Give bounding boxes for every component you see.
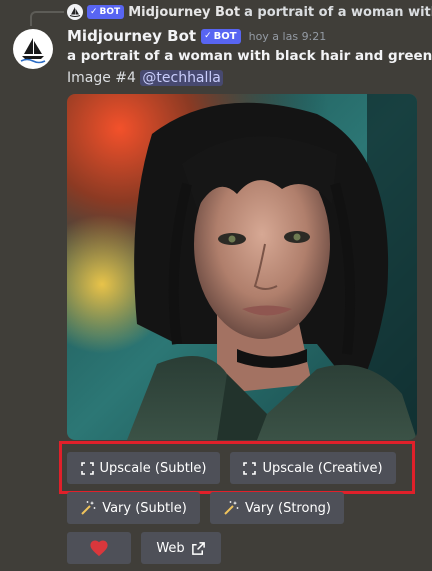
bot-tag: ✓ BOT (201, 28, 241, 44)
vary-subtle-button[interactable]: Vary (Subtle) (67, 492, 200, 524)
magic-wand-icon (80, 500, 96, 516)
portrait-image (67, 94, 417, 440)
magic-wand-icon (223, 500, 239, 516)
heart-icon (89, 539, 109, 557)
vary-strong-button[interactable]: Vary (Strong) (210, 492, 344, 524)
highlight-box (59, 441, 415, 494)
favorite-button[interactable] (67, 532, 131, 564)
reply-author[interactable]: Midjourney Bot (128, 5, 240, 20)
vary-strong-label: Vary (Strong) (244, 500, 332, 516)
reply-text[interactable]: a portrait of a woman with black hair (244, 5, 432, 20)
reply-bot-tag: ✓ BOT (87, 5, 125, 19)
prompt-text: a portrait of a woman with black hair an… (67, 48, 432, 64)
author-name[interactable]: Midjourney Bot (67, 27, 196, 45)
reply-connector (30, 11, 64, 26)
message-header: Midjourney Bot ✓ BOT hoy a las 9:21 (67, 27, 326, 45)
generated-image[interactable] (67, 94, 417, 440)
message-view: ✓ BOT Midjourney Bot a portrait of a wom… (0, 0, 432, 571)
image-caption: Image #4 @techhalla (67, 70, 223, 86)
web-label: Web (156, 540, 185, 556)
web-link-button[interactable]: Web (141, 532, 221, 564)
checkmark-icon: ✓ (204, 30, 212, 41)
reply-preview[interactable]: ✓ BOT Midjourney Bot a portrait of a wom… (67, 2, 432, 22)
sailboat-logo-icon (69, 7, 81, 17)
bot-tag-label: BOT (99, 7, 121, 17)
user-mention[interactable]: @techhalla (140, 70, 223, 86)
reply-avatar[interactable] (67, 4, 83, 20)
image-label: Image #4 (67, 70, 136, 86)
timestamp: hoy a las 9:21 (248, 29, 327, 43)
checkmark-icon: ✓ (90, 7, 98, 17)
bot-tag-label: BOT (213, 30, 237, 42)
external-link-icon (191, 541, 206, 556)
sailboat-logo-icon (20, 38, 46, 64)
vary-subtle-label: Vary (Subtle) (102, 500, 187, 516)
author-avatar[interactable] (13, 29, 53, 69)
